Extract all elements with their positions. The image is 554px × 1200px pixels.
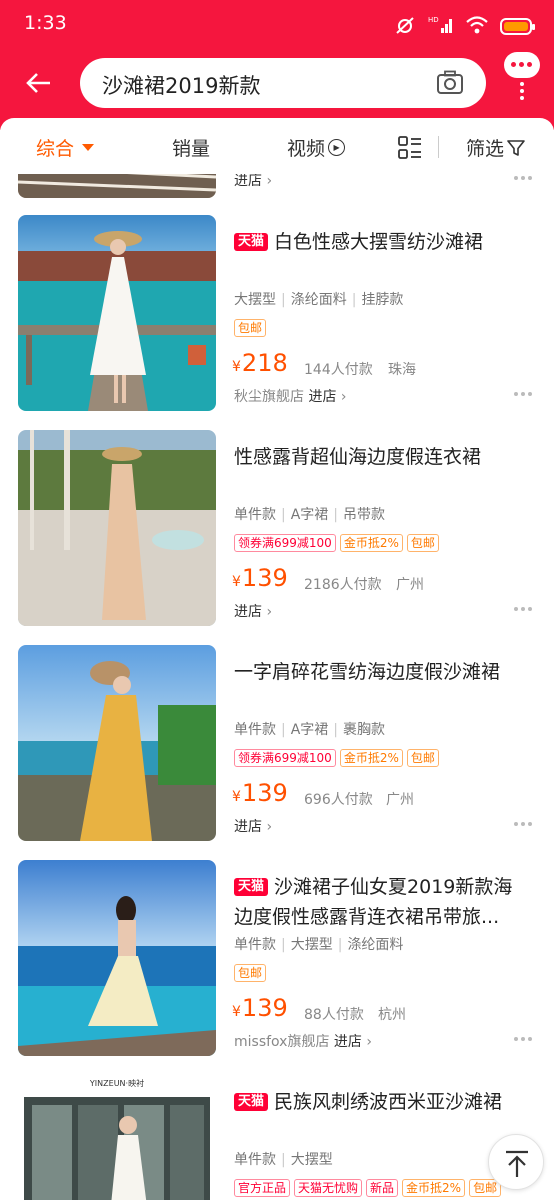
status-icons: HD: [394, 14, 535, 39]
play-icon: ▶: [328, 139, 346, 156]
sort-video-label: 视频: [287, 138, 326, 160]
status-time: 1:33: [24, 12, 67, 34]
signal-icon: HD: [428, 14, 454, 39]
app-header: 1:33 HD 沙滩裙2019新款: [0, 0, 554, 130]
list-item[interactable]: 天猫 白色性感大摆雪纺沙滩裙 大摆型 | 涤纶面料 | 挂脖款 包邮 ¥218 144人付…: [0, 215, 554, 430]
location: 广州: [396, 577, 424, 593]
filter-label: 筛选: [466, 138, 505, 160]
enter-store-link[interactable]: 进店 ›: [234, 816, 272, 836]
back-arrow-icon[interactable]: [22, 66, 56, 100]
more-options-icon[interactable]: [514, 392, 534, 398]
product-price: ¥139: [232, 779, 288, 807]
coin-discount-tag: 金币抵2%: [339, 534, 403, 552]
product-image[interactable]: [18, 174, 216, 198]
product-price: ¥139: [232, 564, 288, 592]
coin-discount-tag: 金币抵2%: [402, 1179, 466, 1197]
sort-sales[interactable]: 销量: [172, 134, 210, 161]
product-attributes: 大摆型 | 涤纶面料 | 挂脖款: [234, 292, 404, 308]
enter-store-link: 进店: [333, 1034, 362, 1050]
promo-tags: 包邮: [234, 319, 267, 337]
more-options-icon[interactable]: [514, 1037, 534, 1043]
enter-store-link: 进店: [308, 389, 337, 405]
product-title[interactable]: 天猫 沙滩裙子仙女夏2019新款海边度假性感露背连衣裙吊带旅...: [234, 872, 530, 932]
free-shipping-tag: 包邮: [234, 964, 267, 982]
status-bar: 1:33 HD: [0, 0, 554, 50]
product-title[interactable]: 天猫 民族风刺绣波西米亚沙滩裙: [234, 1087, 530, 1117]
promo-tags: 领券满699减100 金币抵2% 包邮: [234, 749, 439, 767]
list-item-partial[interactable]: 进店 ›: [0, 174, 554, 198]
worry-free-tag: 天猫无忧购: [294, 1179, 363, 1197]
sales-count: 696人付款: [304, 792, 373, 808]
tmall-badge: 天猫: [234, 233, 269, 251]
layout-toggle-icon[interactable]: [398, 136, 422, 160]
enter-store-link[interactable]: 进店 ›: [234, 601, 272, 621]
sort-video[interactable]: 视频 ▶: [287, 134, 346, 161]
enter-store-link[interactable]: 进店 ›: [234, 174, 272, 190]
product-attributes: 单件款 | A字裙 | 裹胸款: [234, 722, 386, 738]
product-list: 进店 › 天猫 白色性感大摆雪纺沙滩裙 大摆型 | 涤纶面料 | 挂脖款 包邮 ¥2: [0, 174, 554, 1200]
product-attributes: 单件款 | 大摆型: [234, 1152, 333, 1168]
tmall-badge: 天猫: [234, 878, 269, 896]
product-price: ¥218: [232, 349, 288, 377]
sales-count: 144人付款: [304, 362, 373, 378]
filter-button[interactable]: 筛选: [466, 134, 525, 161]
product-attributes: 单件款 | 大摆型 | 涤纶面料: [234, 937, 404, 953]
search-bar[interactable]: 沙滩裙2019新款: [80, 58, 486, 108]
list-item[interactable]: 天猫 沙滩裙子仙女夏2019新款海边度假性感露背连衣裙吊带旅... 单件款 | 大摆型…: [0, 860, 554, 1075]
product-title[interactable]: 性感露背超仙海边度假连衣裙: [234, 442, 530, 472]
search-query[interactable]: 沙滩裙2019新款: [102, 70, 260, 100]
more-menu-icon[interactable]: [504, 52, 544, 100]
product-image[interactable]: [18, 215, 216, 411]
caret-down-icon: [82, 144, 95, 151]
wifi-icon: [466, 15, 488, 38]
product-price: ¥139: [232, 994, 288, 1022]
camera-icon[interactable]: [436, 70, 464, 96]
promo-tags: 官方正品 天猫无忧购 新品 金币抵2% 包邮: [234, 1179, 502, 1197]
product-attributes: 单件款 | A字裙 | 吊带款: [234, 507, 386, 523]
back-to-top-button[interactable]: [488, 1134, 544, 1190]
coupon-tag: 领券满699减100: [234, 749, 336, 767]
product-image[interactable]: [18, 860, 216, 1056]
promo-tags: 领券满699减100 金币抵2% 包邮: [234, 534, 439, 552]
sales-count: 2186人付款: [304, 577, 382, 593]
image-caption: YINZEUN·映衬: [89, 1079, 145, 1088]
arrow-up-icon: [506, 1150, 528, 1177]
location: 杭州: [378, 1007, 406, 1023]
free-shipping-tag: 包邮: [406, 534, 439, 552]
more-options-icon[interactable]: [514, 607, 534, 613]
list-item[interactable]: 一字肩碎花雪纺海边度假沙滩裙 单件款 | A字裙 | 裹胸款 领券满699减100 金币…: [0, 645, 554, 860]
list-item[interactable]: YINZEUN·映衬 天猫 民族风刺绣波西米亚沙滩裙 单件款 | 大摆型 官方正品 天…: [0, 1075, 554, 1200]
sales-count: 88人付款: [304, 1007, 364, 1023]
list-item[interactable]: 性感露背超仙海边度假连衣裙 单件款 | A字裙 | 吊带款 领券满699减100 金币抵…: [0, 430, 554, 645]
promo-tags: 包邮: [234, 964, 267, 982]
product-title[interactable]: 一字肩碎花雪纺海边度假沙滩裙: [234, 657, 530, 687]
location: 广州: [386, 792, 414, 808]
official-tag: 官方正品: [234, 1179, 291, 1197]
battery-icon: [500, 18, 535, 35]
location: 珠海: [388, 362, 416, 378]
free-shipping-tag: 包邮: [234, 319, 267, 337]
filter-icon: [507, 139, 525, 156]
product-image[interactable]: [18, 645, 216, 841]
divider: [438, 136, 439, 158]
shop-name[interactable]: 秋尘旗舰店 进店 ›: [234, 386, 347, 406]
shop-name[interactable]: missfox旗舰店 进店 ›: [234, 1031, 372, 1051]
sort-sales-label: 销量: [172, 138, 211, 160]
more-options-icon[interactable]: [514, 822, 534, 828]
sort-comprehensive-label: 综合: [36, 138, 75, 160]
hd-label: HD: [428, 16, 439, 24]
coupon-tag: 领券满699减100: [234, 534, 336, 552]
tmall-badge: 天猫: [234, 1093, 269, 1111]
product-title[interactable]: 天猫 白色性感大摆雪纺沙滩裙: [234, 227, 530, 257]
sort-comprehensive[interactable]: 综合: [36, 134, 95, 161]
coin-discount-tag: 金币抵2%: [339, 749, 403, 767]
more-options-icon[interactable]: [514, 176, 534, 182]
mute-alarm-icon: [394, 15, 416, 39]
sort-bar: 综合 销量 视频 ▶ 筛选: [0, 118, 554, 174]
free-shipping-tag: 包邮: [406, 749, 439, 767]
product-image[interactable]: YINZEUN·映衬: [18, 1075, 216, 1200]
product-image[interactable]: [18, 430, 216, 626]
new-tag: 新品: [366, 1179, 399, 1197]
